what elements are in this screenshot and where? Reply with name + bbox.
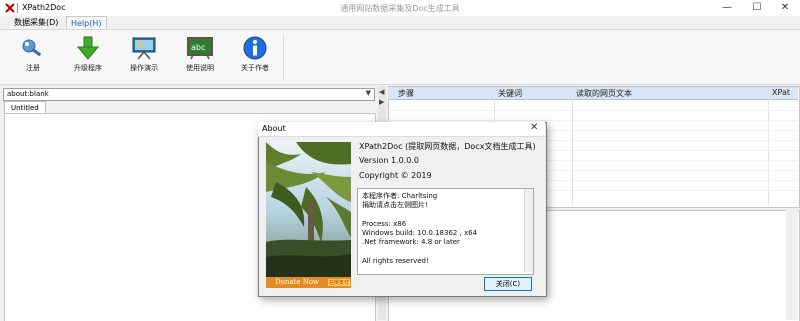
close-button[interactable]: ✕: [770, 0, 800, 16]
manual-label: 使用说明: [186, 64, 214, 72]
info-line: All rights reserved!: [362, 257, 429, 265]
info-line: 捐助请点击左侧图片!: [362, 201, 428, 209]
info-line: Process: x86: [362, 220, 407, 228]
info-scrollbar[interactable]: [524, 189, 533, 272]
chalkboard-abc-icon: abc: [187, 37, 213, 60]
chevron-down-icon[interactable]: ▼: [366, 89, 371, 97]
register-button[interactable]: 注册: [8, 34, 58, 78]
donate-palm-image[interactable]: [266, 142, 351, 277]
maximize-button[interactable]: ☐: [742, 0, 772, 16]
column-header-page-text[interactable]: 读取的网页文本: [576, 88, 632, 99]
window-title: 通用网站数据采集及Doc生成工具: [340, 4, 460, 13]
ribbon-separator: [283, 35, 284, 79]
presentation-board-icon: [132, 37, 156, 60]
donate-now-label[interactable]: Donate Now: [275, 278, 319, 286]
product-line: XPath2Doc (提取网页数据，Docx文档生成工具): [359, 142, 536, 151]
address-text: about:blank: [7, 90, 49, 98]
tab-data-collection[interactable]: 数据采集(D): [10, 16, 62, 29]
column-header-xpath[interactable]: XPat: [772, 88, 790, 97]
column-divider: [768, 87, 769, 205]
about-author-label: 关于作者: [241, 64, 269, 72]
grid-row-line: [388, 110, 798, 111]
about-dialog-title: About: [262, 124, 286, 133]
info-icon: [243, 36, 267, 60]
column-divider: [572, 87, 573, 205]
about-dialog-titlebar[interactable]: [258, 122, 545, 137]
grid-row-line: [388, 120, 798, 121]
manual-button[interactable]: abc 使用说明: [175, 34, 225, 78]
address-combobox[interactable]: about:blank ▼: [3, 88, 375, 101]
donate-sub-label: 左侧支付: [328, 279, 351, 286]
column-header-keyword[interactable]: 关键词: [498, 88, 522, 99]
info-line: .Net framework: 4.8 or later: [362, 238, 460, 246]
demo-label: 操作演示: [130, 64, 158, 72]
upgrade-label: 升级程序: [74, 64, 102, 72]
about-author-button[interactable]: 关于作者: [230, 34, 280, 78]
upgrade-button[interactable]: 升级程序: [63, 34, 113, 78]
column-header-step[interactable]: 步骤: [398, 88, 414, 99]
demo-button[interactable]: 操作演示: [119, 34, 169, 78]
about-close-icon[interactable]: ✕: [530, 122, 538, 133]
close-dialog-button[interactable]: 关闭(C): [484, 277, 532, 291]
version-line: Version 1.0.0.0: [359, 156, 419, 165]
collapse-left-arrow-icon[interactable]: ◀: [379, 88, 384, 96]
key-icon: [22, 39, 42, 57]
svg-text:abc: abc: [191, 43, 205, 52]
down-arrow-icon: [76, 36, 100, 60]
output-scrollbar[interactable]: [786, 210, 798, 320]
minimize-button[interactable]: —: [712, 0, 742, 16]
copyright-line: Copyright © 2019: [359, 171, 432, 180]
register-label: 注册: [26, 64, 40, 72]
collapse-right-arrow-icon[interactable]: ▶: [379, 98, 384, 106]
info-line: Windows build: 10.0.18362 , x64: [362, 229, 478, 237]
menu-tab-row: [0, 16, 800, 29]
tab-help[interactable]: Help(H): [66, 16, 107, 30]
